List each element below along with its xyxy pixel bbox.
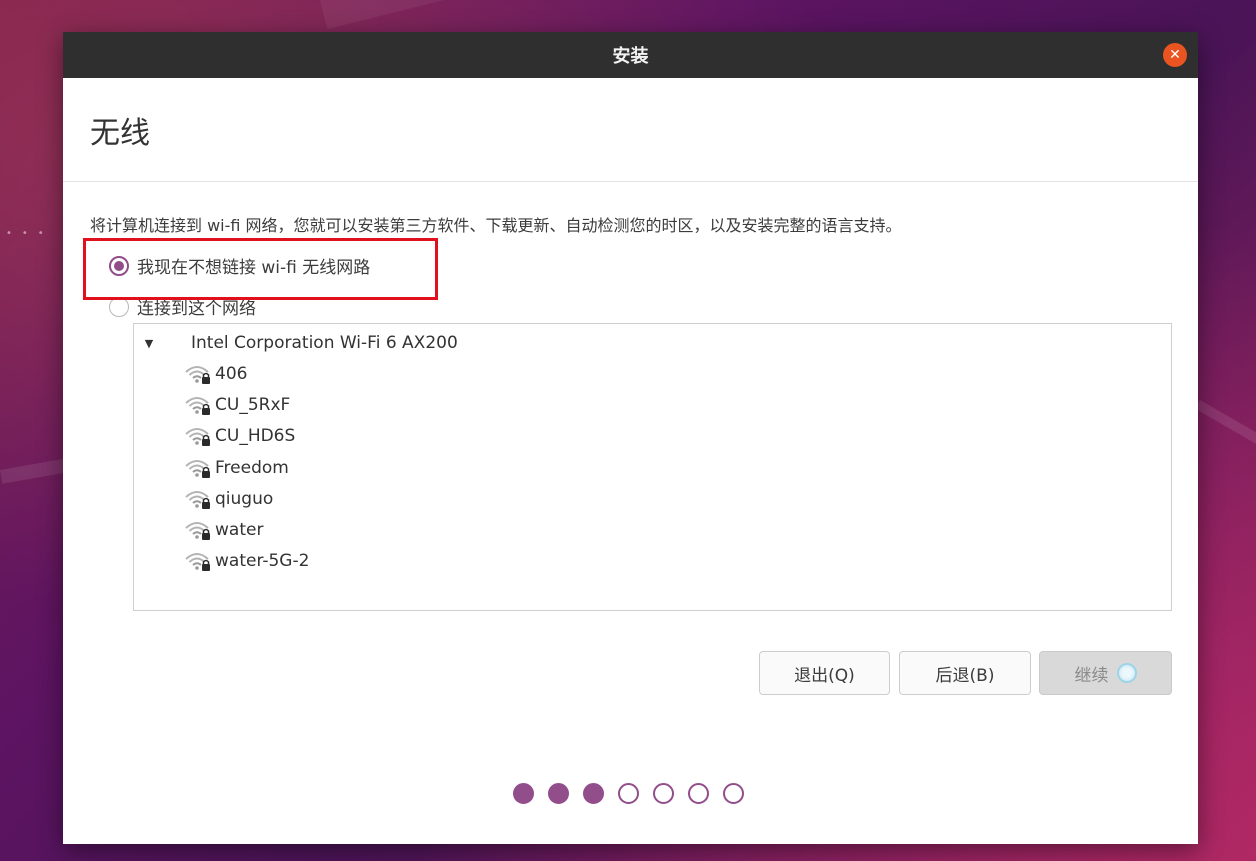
progress-dot — [513, 783, 534, 804]
connect-network-label: 连接到这个网络 — [137, 299, 256, 319]
quit-button[interactable]: 退出(Q) — [759, 651, 890, 695]
wallpaper-streak — [320, 0, 735, 30]
wallpaper-dots: ••• — [6, 228, 54, 239]
network-ssid: water — [215, 520, 264, 541]
quit-button-label: 退出(Q) — [794, 665, 855, 686]
no-wifi-radio[interactable] — [109, 255, 129, 276]
network-ssid: Freedom — [215, 457, 289, 478]
progress-dot — [688, 783, 709, 804]
progress-dot — [583, 783, 604, 804]
network-item[interactable]: water — [184, 514, 309, 545]
network-ssid: qiuguo — [215, 488, 274, 509]
triangle-down-icon[interactable]: ▼ — [142, 337, 156, 350]
page-header: 无线 — [63, 78, 1198, 182]
network-item[interactable]: water-5G-2 — [184, 546, 309, 577]
network-item[interactable]: CU_5RxF — [184, 389, 309, 420]
step-progress-dots — [513, 783, 744, 804]
progress-dot — [548, 783, 569, 804]
network-item[interactable]: CU_HD6S — [184, 421, 309, 452]
wifi-locked-icon — [185, 553, 210, 572]
page-description: 将计算机连接到 wi-fi 网络，您就可以安装第三方软件、下载更新、自动检测您的… — [90, 216, 902, 235]
back-button[interactable]: 后退(B) — [899, 651, 1031, 695]
adapter-name: Intel Corporation Wi-Fi 6 AX200 — [191, 333, 458, 353]
spinner-icon — [1116, 663, 1137, 683]
network-list: 406 CU_5RxF CU_HD6S Freedom qiuguo water water… — [184, 358, 309, 577]
network-ssid: water-5G-2 — [215, 551, 310, 572]
network-ssid: CU_5RxF — [215, 394, 291, 415]
progress-dot — [653, 783, 674, 804]
no-wifi-option[interactable]: 我现在不想链接 wi-fi 无线网路 — [109, 253, 370, 278]
network-ssid: CU_HD6S — [215, 426, 296, 447]
wallpaper-streak — [1195, 400, 1256, 449]
installer-window: 安装 ✕ 无线 将计算机连接到 wi-fi 网络，您就可以安装第三方软件、下载更… — [63, 32, 1198, 844]
adapter-row[interactable]: ▼ Intel Corporation Wi-Fi 6 AX200 — [134, 330, 458, 356]
continue-button-label: 继续 — [1074, 665, 1109, 686]
network-list-panel[interactable]: ▼ Intel Corporation Wi-Fi 6 AX200 406 CU_… — [133, 323, 1172, 611]
wifi-locked-icon — [185, 428, 210, 447]
connect-network-radio[interactable] — [109, 296, 129, 317]
progress-dot — [618, 783, 639, 804]
wifi-locked-icon — [185, 490, 210, 509]
continue-button[interactable]: 继续 — [1039, 651, 1172, 695]
wifi-locked-icon — [185, 396, 210, 415]
close-icon[interactable]: ✕ — [1163, 43, 1187, 67]
network-item[interactable]: Freedom — [184, 452, 309, 483]
titlebar: 安装 ✕ — [63, 32, 1198, 78]
wifi-locked-icon — [185, 522, 210, 541]
page-title: 无线 — [90, 115, 150, 151]
connect-network-option[interactable]: 连接到这个网络 — [109, 294, 256, 319]
wifi-locked-icon — [185, 365, 210, 384]
network-item[interactable]: 406 — [184, 358, 309, 389]
wifi-locked-icon — [185, 459, 210, 478]
wallpaper-streak — [0, 457, 72, 484]
network-ssid: 406 — [215, 363, 248, 384]
no-wifi-label: 我现在不想链接 wi-fi 无线网路 — [137, 258, 371, 278]
progress-dot — [723, 783, 744, 804]
back-button-label: 后退(B) — [935, 665, 995, 686]
network-item[interactable]: qiuguo — [184, 483, 309, 514]
page-content: 将计算机连接到 wi-fi 网络，您就可以安装第三方软件、下载更新、自动检测您的… — [63, 182, 1198, 843]
window-title: 安装 — [612, 46, 649, 67]
